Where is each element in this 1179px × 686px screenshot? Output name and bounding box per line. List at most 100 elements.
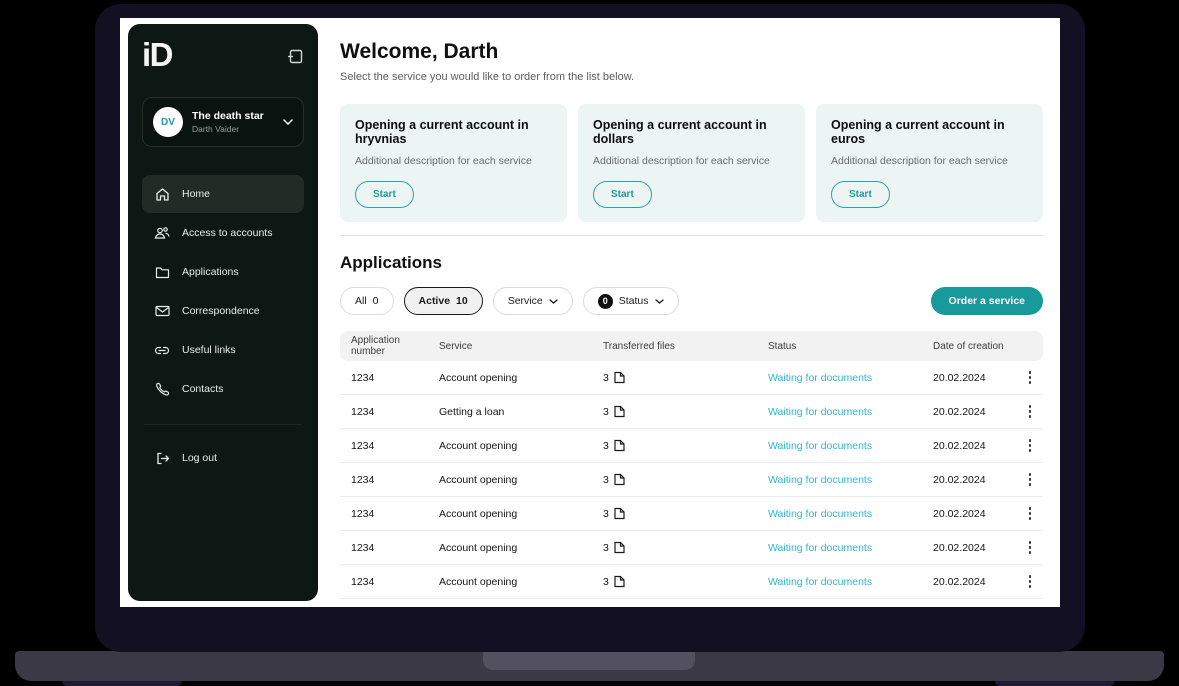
table-body: 1234 Account opening 3 Waiting for docum… (340, 361, 1043, 607)
sidebar-item[interactable]: Access to accounts (142, 214, 304, 252)
start-button[interactable]: Start (831, 181, 890, 208)
table-row[interactable]: 1234 Account opening 3 Waiting for docum… (340, 429, 1043, 463)
sidebar-item[interactable]: Correspondence (142, 292, 304, 330)
creation-date: 20.02.2024 (922, 542, 1018, 554)
application-number: 1234 (340, 542, 428, 554)
files-count: 3 (603, 406, 609, 418)
service-card-title: Opening a current account in hryvnias (355, 118, 552, 146)
row-menu-kebab-icon[interactable] (1025, 571, 1036, 592)
files-count: 3 (603, 508, 609, 520)
column-header: Service (428, 341, 592, 352)
app-logo: iD (142, 38, 172, 71)
status-badge: Waiting for documents (757, 542, 922, 554)
service-card-title: Opening a current account in dollars (593, 118, 790, 146)
avatar: DV (153, 107, 183, 137)
mail-icon (154, 303, 170, 319)
file-icon (614, 473, 625, 486)
application-number: 1234 (340, 508, 428, 520)
filter-all[interactable]: All 0 (340, 287, 394, 315)
sidebar-nav: Home Access to accounts Applications Cor… (142, 175, 304, 408)
files-count: 3 (603, 440, 609, 452)
service-name: Getting a loan (428, 406, 592, 418)
order-a-service-button[interactable]: Order a service (931, 287, 1043, 315)
column-header: Application number (340, 335, 428, 357)
status-badge: Waiting for documents (757, 372, 922, 384)
table-row[interactable]: 1234 Account opening 3 Waiting for docum… (340, 463, 1043, 497)
creation-date: 20.02.2024 (922, 508, 1018, 520)
status-count-badge: 0 (598, 294, 613, 309)
section-divider (340, 235, 1043, 236)
filter-service-dropdown[interactable]: Service (493, 287, 573, 315)
service-name: Account opening (428, 542, 592, 554)
creation-date: 20.02.2024 (922, 474, 1018, 486)
table-row[interactable]: 1234 Account opening 3 Waiting for docum… (340, 599, 1043, 607)
row-menu-kebab-icon[interactable] (1025, 537, 1036, 558)
file-icon (614, 575, 625, 588)
files-count: 3 (603, 372, 609, 384)
sidebar-divider (144, 424, 302, 425)
applications-title: Applications (340, 253, 1043, 273)
logout-button[interactable]: Log out (142, 441, 304, 475)
sidebar-item-label: Applications (182, 266, 239, 278)
table-row[interactable]: 1234 Account opening 3 Waiting for docum… (340, 361, 1043, 395)
file-icon (614, 507, 625, 520)
status-badge: Waiting for documents (757, 508, 922, 520)
applications-table: Application number Service Transferred f… (340, 331, 1043, 607)
service-card: Opening a current account in euros Addit… (816, 104, 1043, 222)
sidebar-item[interactable]: Home (142, 175, 304, 213)
sidebar-item-label: Useful links (182, 344, 236, 356)
row-menu-kebab-icon[interactable] (1025, 605, 1036, 607)
filter-active[interactable]: Active 10 (404, 287, 483, 315)
row-menu-kebab-icon[interactable] (1025, 503, 1036, 524)
service-cards: Opening a current account in hryvnias Ad… (340, 104, 1043, 222)
application-number: 1234 (340, 406, 428, 418)
table-row[interactable]: 1234 Account opening 3 Waiting for docum… (340, 531, 1043, 565)
column-header: Status (757, 341, 922, 352)
status-badge: Waiting for documents (757, 474, 922, 486)
sidebar-item[interactable]: Contacts (142, 370, 304, 408)
table-row[interactable]: 1234 Account opening 3 Waiting for docum… (340, 565, 1043, 599)
main-content: Welcome, Darth Select the service you wo… (340, 18, 1043, 607)
account-name: The death star (192, 110, 264, 122)
filter-status-dropdown[interactable]: 0 Status (583, 287, 679, 315)
start-button[interactable]: Start (593, 181, 652, 208)
sidebar-collapse-icon[interactable] (287, 48, 304, 65)
table-row[interactable]: 1234 Getting a loan 3 Waiting for docume… (340, 395, 1043, 429)
application-number: 1234 (340, 440, 428, 452)
table-row[interactable]: 1234 Account opening 3 Waiting for docum… (340, 497, 1043, 531)
row-menu-kebab-icon[interactable] (1025, 435, 1036, 456)
file-icon (614, 405, 625, 418)
row-menu-kebab-icon[interactable] (1025, 367, 1036, 388)
service-card-title: Opening a current account in euros (831, 118, 1028, 146)
creation-date: 20.02.2024 (922, 576, 1018, 588)
file-icon (614, 371, 625, 384)
sidebar-item-label: Access to accounts (182, 227, 272, 239)
sidebar-item-label: Contacts (182, 383, 223, 395)
account-switcher[interactable]: DV The death star Darth Vaider (142, 97, 304, 147)
creation-date: 20.02.2024 (922, 406, 1018, 418)
service-card-description: Additional description for each service (593, 155, 790, 167)
page-subtitle: Select the service you would like to ord… (340, 71, 1043, 83)
filter-all-count: 0 (373, 295, 379, 307)
logout-icon (154, 450, 170, 466)
status-badge: Waiting for documents (757, 406, 922, 418)
service-name: Account opening (428, 576, 592, 588)
table-header: Application number Service Transferred f… (340, 331, 1043, 361)
chevron-down-icon (655, 299, 664, 304)
row-menu-kebab-icon[interactable] (1025, 401, 1036, 422)
creation-date: 20.02.2024 (922, 372, 1018, 384)
files-count: 3 (603, 576, 609, 588)
service-card-description: Additional description for each service (355, 155, 552, 167)
sidebar-item-label: Home (182, 188, 210, 200)
link-icon (154, 342, 170, 358)
sidebar-item-label: Correspondence (182, 305, 260, 317)
files-count: 3 (603, 474, 609, 486)
laptop-hinge-notch (483, 651, 695, 670)
column-header: Transferred files (592, 341, 757, 352)
sidebar-item[interactable]: Useful links (142, 331, 304, 369)
row-menu-kebab-icon[interactable] (1025, 469, 1036, 490)
start-button[interactable]: Start (355, 181, 414, 208)
application-number: 1234 (340, 372, 428, 384)
sidebar-item[interactable]: Applications (142, 253, 304, 291)
logout-label: Log out (182, 452, 217, 464)
